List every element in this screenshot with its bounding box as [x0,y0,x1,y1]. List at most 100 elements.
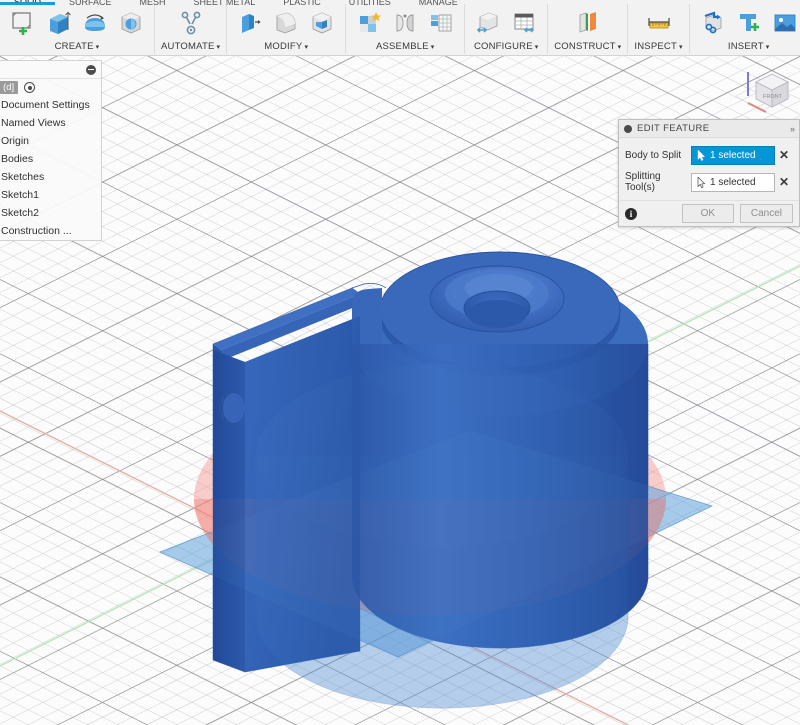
tree-item-construction[interactable]: Construction ... [0,222,101,240]
tree-item-label: Document Settings [1,99,90,111]
panel-label-text: INSPECT [634,41,677,52]
body-to-split-selection[interactable]: 1 selected [691,145,775,165]
cancel-button[interactable]: Cancel [739,204,793,223]
panel-label-text: INSERT [727,41,764,52]
browser-root-row[interactable]: (d] [0,79,101,96]
hole-icon[interactable] [114,6,148,40]
revolve-icon[interactable] [78,6,112,40]
tree-item-document-settings[interactable]: Document Settings [0,96,101,114]
view-cube-cube: FRONT [754,73,790,108]
automate-icon[interactable] [174,6,208,40]
panel-label-text: AUTOMATE [161,41,215,52]
panel-construct-label[interactable]: CONSTRUCT ▾ [554,41,621,54]
tree-item-sketch2[interactable]: Sketch2 [0,204,101,222]
clear-splitting-tools-button[interactable]: ✕ [775,175,793,189]
panel-assemble-label[interactable]: ASSEMBLE ▾ [376,41,435,54]
tab-solid[interactable]: SOLID [0,0,56,5]
tab-sheet-metal[interactable]: SHEET METAL [180,0,270,5]
configure-body-icon[interactable] [471,6,505,40]
dialog-titlebar[interactable]: EDIT FEATURE » [619,120,799,138]
tree-item-label: Sketch2 [1,207,39,219]
panel-automate-icons [174,4,208,40]
row-splitting-tools: Splitting Tool(s) 1 selected ✕ [625,171,793,193]
ribbon-toolbar[interactable]: SOLID SURFACE MESH SHEET METAL PLASTIC U… [0,0,800,56]
edit-feature-dialog[interactable]: EDIT FEATURE » Body to Split 1 selected … [618,119,800,227]
sketch-create-icon[interactable] [6,6,40,40]
solid-body-front-overlay [213,316,648,672]
chevron-down-icon: ▾ [95,44,100,51]
panel-configure: CONFIGURE ▾ [465,4,549,54]
dialog-body: Body to Split 1 selected ✕ Splitting Too… [619,138,799,200]
shell-icon[interactable] [305,6,339,40]
panel-modify-icons [233,4,339,40]
assemble-list-icon[interactable] [424,6,458,40]
panel-assemble-icons [352,4,458,40]
press-pull-icon[interactable] [233,6,267,40]
tree-item-label: Named Views [1,117,66,129]
panel-insert-label[interactable]: INSERT ▾ [728,41,770,54]
tab-mesh[interactable]: MESH [126,0,180,5]
tree-item-sketches[interactable]: Sketches [0,168,101,186]
view-cube[interactable]: FRONT [732,62,794,120]
tree-item-origin[interactable]: Origin [0,132,101,150]
tree-item-named-views[interactable]: Named Views [0,114,101,132]
tab-surface[interactable]: SURFACE [55,0,126,5]
dialog-collapse-icon[interactable]: » [790,124,795,134]
panel-insert: INSERT ▾ [690,4,800,54]
insert-derive-icon[interactable] [696,6,730,40]
chevron-down-icon: ▾ [430,44,435,51]
info-icon[interactable]: i [625,207,637,220]
visibility-eye-icon[interactable] [24,82,36,93]
browser-collapse-icon[interactable] [86,64,96,75]
body-to-split-label: Body to Split [625,149,682,161]
panel-assemble: ASSEMBLE ▾ [346,4,466,54]
fusion360-window: FRONT (d] Document Settings Named Views … [0,0,800,725]
new-component-icon[interactable] [352,6,386,40]
view-cube-x-axis [747,102,767,113]
construct-plane-icon[interactable] [571,6,605,40]
extrude-icon[interactable] [42,6,76,40]
panel-create-label[interactable]: CREATE ▾ [55,41,100,54]
panel-label-text: CREATE [54,41,94,52]
chevron-down-icon: ▾ [534,44,539,51]
cursor-icon [697,149,706,161]
fillet-icon[interactable] [269,6,303,40]
ribbon-tabstrip[interactable]: SOLID SURFACE MESH SHEET METAL PLASTIC U… [0,0,800,5]
body-to-split-value: 1 selected [710,149,756,161]
splitting-tools-value: 1 selected [710,176,756,188]
insert-mcmaster-icon[interactable] [732,6,766,40]
panel-label-text: MODIFY [264,41,303,52]
splitting-tools-selection[interactable]: 1 selected [691,172,775,192]
chevron-down-icon: ▾ [678,44,683,51]
ok-button[interactable]: OK [681,204,734,223]
measure-icon[interactable] [642,6,676,40]
dialog-grip-icon [624,124,632,133]
tab-manage[interactable]: MANAGE [405,0,472,5]
panel-configure-label[interactable]: CONFIGURE ▾ [474,41,539,54]
panel-insert-icons [696,4,800,40]
splitting-tools-label: Splitting Tool(s) [625,171,661,193]
tab-utilities[interactable]: UTILITIES [335,0,405,5]
panel-create: CREATE ▾ [0,4,155,54]
joint-icon[interactable] [388,6,422,40]
panel-configure-icons [471,4,541,40]
panel-label-text: CONSTRUCT [554,41,616,52]
browser-panel[interactable]: (d] Document Settings Named Views Origin… [0,60,102,241]
dialog-title-text: EDIT FEATURE [637,123,710,134]
browser-header [0,61,101,79]
tree-item-bodies[interactable]: Bodies [0,150,101,168]
tree-item-sketch1[interactable]: Sketch1 [0,186,101,204]
panel-inspect-icons [642,4,676,40]
insert-canvas-icon[interactable] [768,6,800,40]
panel-inspect-label[interactable]: INSPECT ▾ [634,41,682,54]
chevron-down-icon: ▾ [304,44,309,51]
panel-construct-icons [571,4,605,40]
clear-body-to-split-button[interactable]: ✕ [775,148,793,162]
tree-item-label: Construction ... [1,225,72,237]
configure-table-icon[interactable] [507,6,541,40]
panel-automate-label[interactable]: AUTOMATE ▾ [161,41,220,54]
tree-item-label: Sketches [1,171,45,183]
panel-modify: MODIFY ▾ [227,4,347,54]
panel-modify-label[interactable]: MODIFY ▾ [264,41,308,54]
tab-plastic[interactable]: PLASTIC [269,0,335,5]
